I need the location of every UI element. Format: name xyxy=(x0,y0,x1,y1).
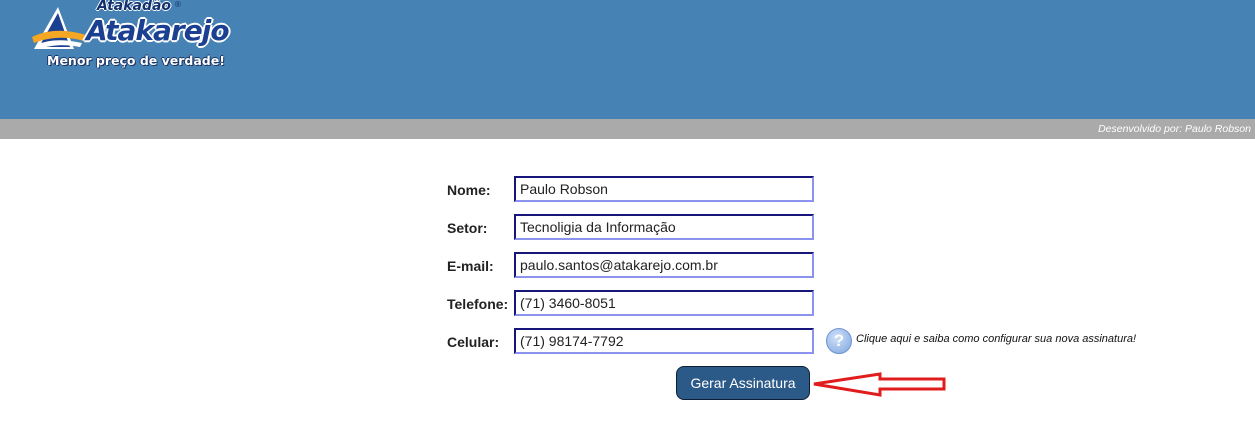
mobile-label: Celular: xyxy=(447,334,500,350)
phone-input[interactable] xyxy=(514,290,814,316)
phone-label: Telefone: xyxy=(447,296,509,312)
sector-label: Setor: xyxy=(447,220,488,236)
logo-mark-icon xyxy=(32,7,86,49)
developer-credit: Desenvolvido por: Paulo Robson xyxy=(1098,123,1251,135)
mobile-input[interactable] xyxy=(514,328,814,354)
question-icon[interactable]: ? xyxy=(826,328,852,354)
email-input[interactable] xyxy=(514,252,814,278)
brand-registered-mark: ® xyxy=(175,0,181,9)
header: Atakadão ® Atakarejo Menor preço de verd… xyxy=(0,0,1255,119)
help-link[interactable]: Clique aqui e saiba como configurar sua … xyxy=(856,333,1136,345)
name-input[interactable] xyxy=(514,176,814,202)
brand-tagline: Menor preço de verdade! xyxy=(47,53,225,68)
atakarejo-logo: Atakadão ® Atakarejo Menor preço de verd… xyxy=(30,0,250,80)
sector-input[interactable] xyxy=(514,214,814,240)
email-label: E-mail: xyxy=(447,258,494,274)
generate-signature-button[interactable]: Gerar Assinatura xyxy=(676,366,810,400)
red-arrow-icon xyxy=(813,372,946,397)
brand-name: Atakarejo xyxy=(86,14,230,47)
brand-small-name: Atakadão xyxy=(97,0,172,14)
credit-bar: Desenvolvido por: Paulo Robson xyxy=(0,119,1255,139)
name-label: Nome: xyxy=(447,182,491,198)
